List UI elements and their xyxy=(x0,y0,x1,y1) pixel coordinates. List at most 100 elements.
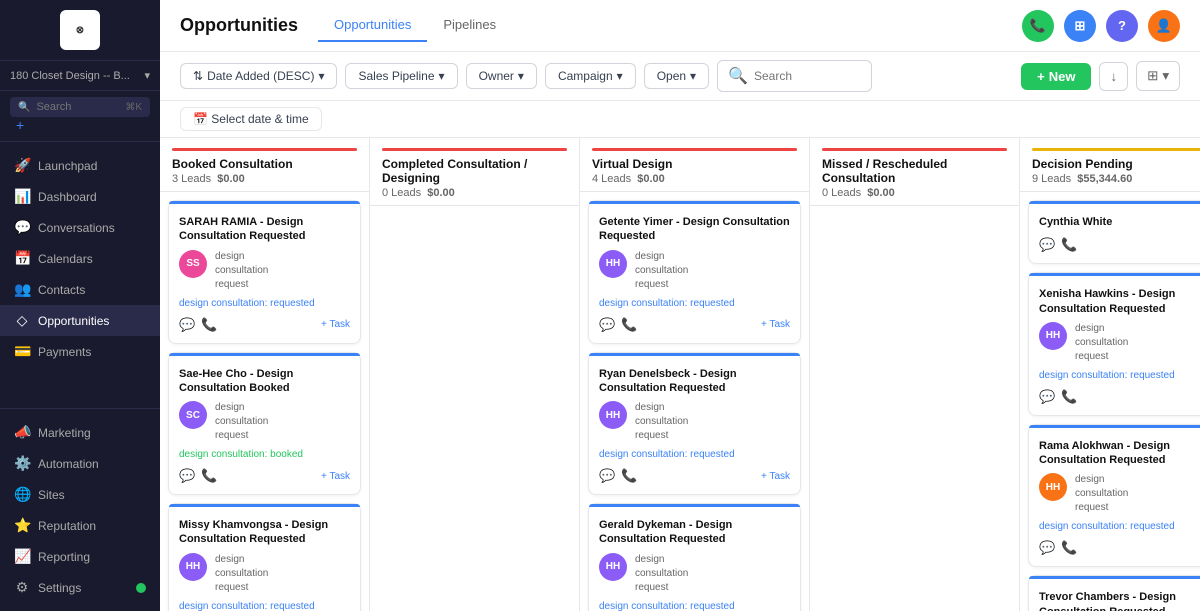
col-meta: 0 Leads $0.00 xyxy=(822,187,1007,199)
phone-icon[interactable]: 📞 xyxy=(201,317,217,333)
status-filter[interactable]: Open ▾ xyxy=(644,63,709,89)
sidebar-item-label: Launchpad xyxy=(38,159,97,173)
phone-icon[interactable]: 📞 xyxy=(1061,540,1077,556)
owner-filter[interactable]: Owner ▾ xyxy=(466,63,537,89)
card-footer: 💬 📞 + Task xyxy=(179,468,350,484)
kanban-card[interactable]: Gerald Dykeman - Design Consultation Req… xyxy=(588,503,801,611)
chevron-down-icon: ▾ xyxy=(144,69,150,82)
status-label: Open xyxy=(657,69,686,83)
card-name: Getente Yimer - Design Consultation Requ… xyxy=(599,215,790,244)
phone-icon[interactable]: 📞 xyxy=(201,468,217,484)
sidebar-item-sites[interactable]: 🌐 Sites xyxy=(0,479,160,510)
search-input[interactable] xyxy=(754,69,861,83)
card-tag: design consultation: requested xyxy=(599,601,790,611)
date-select-btn[interactable]: 📅 Select date & time xyxy=(180,107,322,131)
campaign-filter[interactable]: Campaign ▾ xyxy=(545,63,636,89)
kanban-col-booked-consultation: Booked Consultation 3 Leads $0.00 SARAH … xyxy=(160,138,370,611)
card-avatar: HH xyxy=(179,553,207,581)
add-task-button[interactable]: + Task xyxy=(761,319,790,330)
launchpad-icon: 🚀 xyxy=(14,157,30,174)
card-color-bar xyxy=(589,201,800,204)
sidebar-item-automation[interactable]: ⚙️ Automation xyxy=(0,448,160,479)
col-title: Virtual Design xyxy=(592,157,797,171)
sidebar-nav: 🚀 Launchpad 📊 Dashboard 💬 Conversations … xyxy=(0,142,160,408)
phone-icon[interactable]: 📞 xyxy=(621,317,637,333)
sidebar-item-calendars[interactable]: 📅 Calendars xyxy=(0,243,160,274)
card-body: HH designconsultationrequest $ xyxy=(1039,322,1200,364)
card-color-bar xyxy=(169,201,360,204)
sidebar-item-contacts[interactable]: 👥 Contacts xyxy=(0,274,160,305)
chevron-down-icon: ▾ xyxy=(318,69,324,83)
kanban-col-decision-pending: Decision Pending 9 Leads $55,344.60 Cynt… xyxy=(1020,138,1200,611)
sidebar-item-conversations[interactable]: 💬 Conversations xyxy=(0,212,160,243)
sidebar-item-label: Opportunities xyxy=(38,314,109,328)
col-title: Decision Pending xyxy=(1032,157,1200,171)
search-input[interactable] xyxy=(36,101,119,113)
workspace-selector[interactable]: 180 Closet Design -- B... ▾ xyxy=(0,61,160,91)
chat-icon[interactable]: 💬 xyxy=(1039,540,1055,556)
sidebar-logo: ⊗ xyxy=(0,0,160,61)
date-sort-filter[interactable]: ⇅ Date Added (DESC) ▾ xyxy=(180,63,337,89)
sidebar-item-reputation[interactable]: ⭐ Reputation xyxy=(0,510,160,541)
kanban-card[interactable]: Ryan Denelsbeck - Design Consultation Re… xyxy=(588,352,801,496)
search-container: 🔍 xyxy=(717,60,872,92)
phone-icon[interactable]: 📞 xyxy=(1061,237,1077,253)
card-body: HH designconsultationrequest xyxy=(179,553,350,595)
chat-icon[interactable]: 💬 xyxy=(1039,237,1055,253)
phone-icon-btn[interactable]: 📞 xyxy=(1022,10,1054,42)
chat-icon[interactable]: 💬 xyxy=(1039,389,1055,405)
header-right: 📞 ⊞ ? 👤 xyxy=(1022,10,1180,42)
view-toggle-button[interactable]: ⊞ ▾ xyxy=(1136,61,1180,91)
phone-icon[interactable]: 📞 xyxy=(1061,389,1077,405)
add-task-button[interactable]: + Task xyxy=(321,471,350,482)
card-color-bar xyxy=(169,353,360,356)
chat-icon[interactable]: 💬 xyxy=(179,317,195,333)
kanban-card[interactable]: Xenisha Hawkins - Design Consultation Re… xyxy=(1028,272,1200,416)
card-avatar: HH xyxy=(599,250,627,278)
sidebar-item-payments[interactable]: 💳 Payments xyxy=(0,336,160,367)
download-button[interactable]: ↓ xyxy=(1099,62,1128,91)
sidebar-item-opportunities[interactable]: ◇ Opportunities xyxy=(0,305,160,336)
sidebar-item-settings[interactable]: ⚙ Settings xyxy=(0,572,160,603)
expand-icon[interactable]: + xyxy=(16,117,24,133)
page-title: Opportunities xyxy=(180,15,298,36)
kanban-card[interactable]: Getente Yimer - Design Consultation Requ… xyxy=(588,200,801,344)
kanban-card[interactable]: Missy Khamvongsa - Design Consultation R… xyxy=(168,503,361,611)
sidebar-item-label: Dashboard xyxy=(38,190,97,204)
col-color-bar xyxy=(172,148,357,151)
user-avatar[interactable]: 👤 xyxy=(1148,10,1180,42)
col-color-bar xyxy=(382,148,567,151)
card-content: designconsultationrequest xyxy=(215,553,268,595)
sidebar-item-launchpad[interactable]: 🚀 Launchpad xyxy=(0,150,160,181)
kanban-card[interactable]: SARAH RAMIA - Design Consultation Reques… xyxy=(168,200,361,344)
add-task-button[interactable]: + Task xyxy=(761,471,790,482)
payments-icon: 💳 xyxy=(14,343,30,360)
kanban-card[interactable]: Rama Alokhwan - Design Consultation Requ… xyxy=(1028,424,1200,568)
kanban-col-body xyxy=(810,206,1019,611)
sidebar-item-marketing[interactable]: 📣 Marketing xyxy=(0,417,160,448)
phone-icon[interactable]: 📞 xyxy=(621,468,637,484)
card-name: Trevor Chambers - Design Consultation Re… xyxy=(1039,590,1200,611)
sidebar-item-dashboard[interactable]: 📊 Dashboard xyxy=(0,181,160,212)
pipeline-filter[interactable]: Sales Pipeline ▾ xyxy=(345,63,457,89)
card-body: HH designconsultationrequest $ xyxy=(1039,473,1200,515)
kanban-card[interactable]: Trevor Chambers - Design Consultation Re… xyxy=(1028,575,1200,611)
chat-icon[interactable]: 💬 xyxy=(599,317,615,333)
sidebar-item-reporting[interactable]: 📈 Reporting xyxy=(0,541,160,572)
help-icon-btn[interactable]: ? xyxy=(1106,10,1138,42)
kanban-card[interactable]: Sae-Hee Cho - Design Consultation Booked… xyxy=(168,352,361,496)
new-button[interactable]: + New xyxy=(1021,63,1091,90)
grid-icon-btn[interactable]: ⊞ xyxy=(1064,10,1096,42)
chat-icon[interactable]: 💬 xyxy=(599,468,615,484)
tab-pipelines[interactable]: Pipelines xyxy=(427,9,512,42)
sidebar-item-label: Conversations xyxy=(38,221,115,235)
tab-opportunities[interactable]: Opportunities xyxy=(318,9,427,42)
kanban-col-header: Decision Pending 9 Leads $55,344.60 xyxy=(1020,138,1200,192)
kanban-col-body: Cynthia White 💬 📞 Xenisha Hawkins - Desi… xyxy=(1020,192,1200,611)
opportunities-icon: ◇ xyxy=(14,312,30,329)
col-meta: 3 Leads $0.00 xyxy=(172,173,357,185)
chat-icon[interactable]: 💬 xyxy=(179,468,195,484)
add-task-button[interactable]: + Task xyxy=(321,319,350,330)
kanban-card[interactable]: Cynthia White 💬 📞 xyxy=(1028,200,1200,264)
card-avatar: HH xyxy=(599,401,627,429)
